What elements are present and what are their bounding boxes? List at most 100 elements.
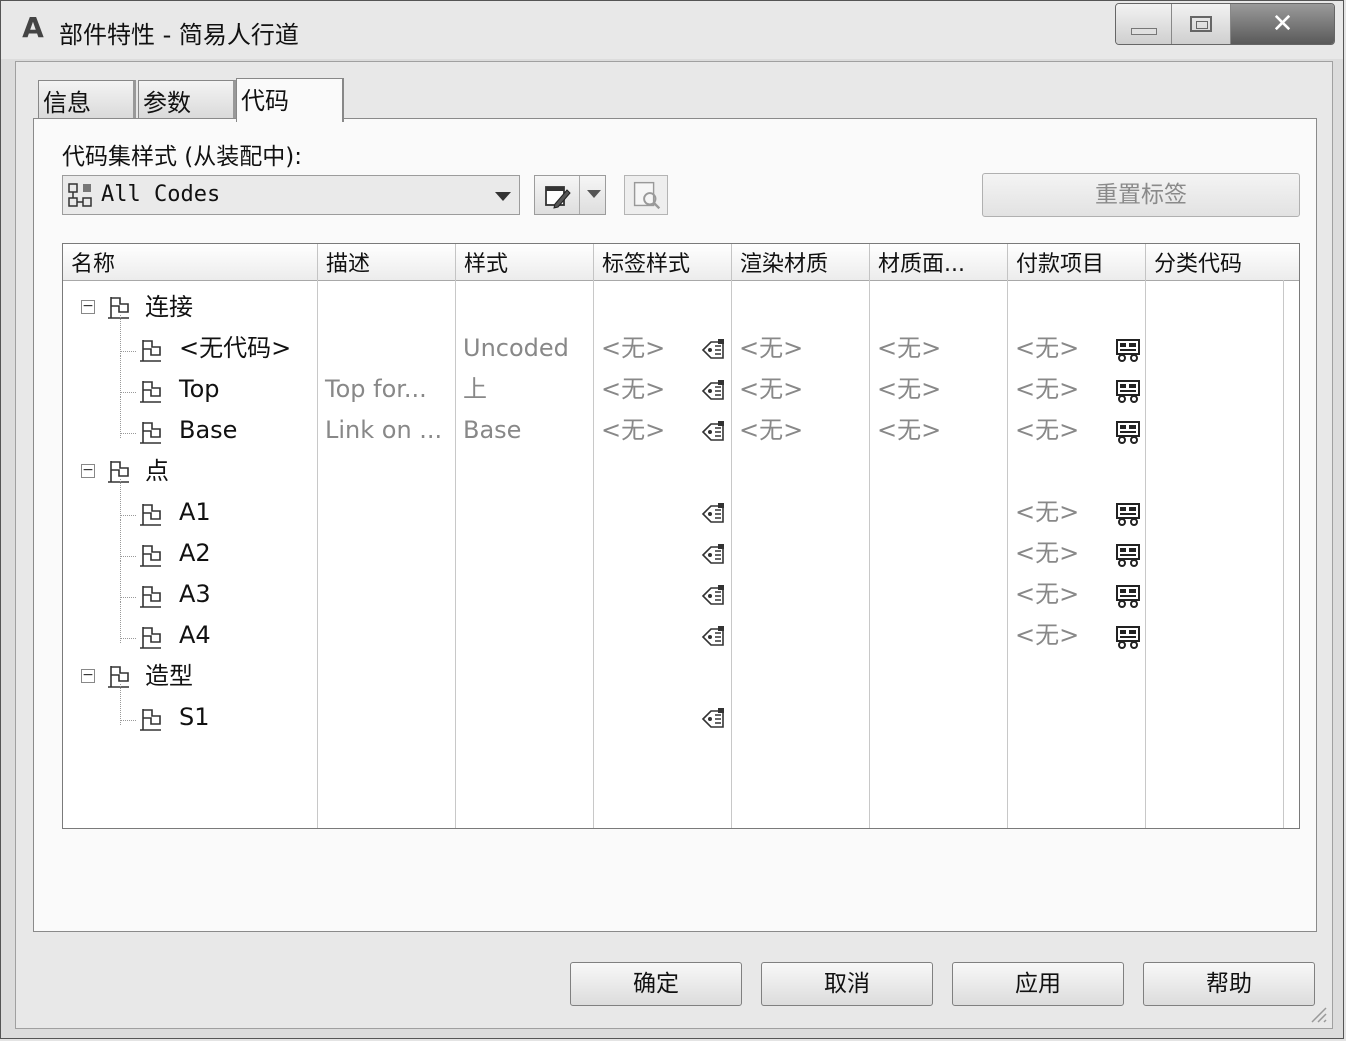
pay-item-cell[interactable]: <无> (1015, 579, 1079, 609)
tree-connector (120, 720, 136, 721)
tab-parameters-label: 参数 (143, 89, 191, 117)
label-tag-icon[interactable] (701, 337, 727, 363)
pay-item-icon[interactable] (1115, 378, 1141, 404)
material-area-cell[interactable]: <无> (877, 333, 941, 363)
reset-labels-button[interactable]: 重置标签 (982, 173, 1300, 217)
pay-item-cell[interactable]: <无> (1015, 415, 1079, 445)
code-set-style-dropdown[interactable]: All Codes (62, 175, 520, 215)
label-tag-icon[interactable] (701, 501, 727, 527)
render-material-cell[interactable]: <无> (739, 333, 803, 363)
codes-grid: 名称 描述 样式 标签样式 渲染材质 材质面... 付款项目 分类代码 − 连接 (62, 243, 1300, 829)
material-area-cell[interactable]: <无> (877, 374, 941, 404)
tree-item-row[interactable] (63, 698, 1299, 739)
style-cell[interactable]: Uncoded (463, 333, 569, 363)
tree-connector (120, 315, 121, 356)
tree-group-label: 点 (145, 457, 169, 485)
tree-item-label: A4 (179, 621, 211, 649)
code-flag-icon (140, 381, 161, 403)
tab-info[interactable]: 信息 (38, 80, 136, 118)
pay-item-cell[interactable]: <无> (1015, 538, 1079, 568)
tree-connector (120, 597, 136, 598)
material-area-cell[interactable]: <无> (877, 415, 941, 445)
label-tag-icon[interactable] (701, 542, 727, 568)
pay-item-icon[interactable] (1115, 583, 1141, 609)
edit-code-set-button[interactable] (534, 175, 606, 215)
maximize-button[interactable] (1172, 4, 1231, 44)
column-header-classification-code[interactable]: 分类代码 (1146, 244, 1299, 280)
tree-group-row[interactable] (63, 288, 1299, 329)
code-flag-icon (140, 586, 161, 608)
code-flag-icon (140, 422, 161, 444)
label-tag-icon[interactable] (701, 419, 727, 445)
column-header-description[interactable]: 描述 (318, 244, 456, 280)
collapse-toggle-icon[interactable]: − (81, 463, 95, 478)
dialog-client-area: 信息 参数 代码 代码集样式 (从装配中): All Codes 重置标签 名称… (15, 61, 1333, 1029)
column-header-material-area[interactable]: 材质面... (870, 244, 1008, 280)
pay-item-icon[interactable] (1115, 501, 1141, 527)
code-set-style-label: 代码集样式 (从装配中): (62, 144, 303, 170)
apply-button[interactable]: 应用 (952, 962, 1124, 1006)
tree-connector (120, 602, 121, 643)
pay-item-icon[interactable] (1115, 419, 1141, 445)
label-style-cell[interactable]: <无> (601, 333, 665, 363)
column-header-label-style[interactable]: 标签样式 (594, 244, 732, 280)
resize-grip-icon[interactable] (1306, 1002, 1328, 1024)
code-flag-icon (140, 340, 161, 362)
tree-group-label: 连接 (145, 293, 193, 321)
dropdown-arrow-icon[interactable] (587, 190, 601, 198)
tree-connector (120, 684, 121, 725)
pay-item-cell[interactable]: <无> (1015, 497, 1079, 527)
pay-item-icon[interactable] (1115, 337, 1141, 363)
column-header-name[interactable]: 名称 (63, 244, 318, 280)
tree-item-row[interactable] (63, 616, 1299, 657)
label-tag-icon[interactable] (701, 378, 727, 404)
chevron-down-icon (495, 192, 511, 201)
tab-codes-label: 代码 (241, 87, 289, 115)
tree-item-row[interactable] (63, 575, 1299, 616)
label-tag-icon[interactable] (701, 583, 727, 609)
maximize-icon (1190, 16, 1213, 32)
ok-button[interactable]: 确定 (570, 962, 742, 1006)
tree-item-row[interactable] (63, 411, 1299, 452)
help-button[interactable]: 帮助 (1143, 962, 1315, 1006)
collapse-toggle-icon[interactable]: − (81, 668, 95, 683)
collapse-toggle-icon[interactable]: − (81, 299, 95, 314)
label-style-cell[interactable]: <无> (601, 415, 665, 445)
tree-item-row[interactable] (63, 370, 1299, 411)
style-cell[interactable]: 上 (463, 374, 487, 404)
codes-tab-panel: 代码集样式 (从装配中): All Codes 重置标签 名称 描述 样式 标签… (33, 118, 1317, 932)
style-cell[interactable]: Base (463, 415, 521, 445)
code-set-selected-value: All Codes (101, 182, 221, 207)
pay-item-cell[interactable]: <无> (1015, 620, 1079, 650)
pay-item-cell[interactable]: <无> (1015, 333, 1079, 363)
close-icon: ✕ (1271, 9, 1294, 39)
pay-item-icon[interactable] (1115, 624, 1141, 650)
title-bar[interactable]: A 部件特性 - 简易人行道 ✕ (1, 1, 1343, 59)
tree-connector (120, 433, 136, 434)
tree-item-row[interactable] (63, 534, 1299, 575)
tree-connector (120, 479, 121, 520)
cancel-button[interactable]: 取消 (761, 962, 933, 1006)
code-flag-icon (140, 627, 161, 649)
label-style-cell[interactable]: <无> (601, 374, 665, 404)
column-header-pay-item[interactable]: 付款项目 (1008, 244, 1146, 280)
pay-item-icon[interactable] (1115, 542, 1141, 568)
render-material-cell[interactable]: <无> (739, 374, 803, 404)
column-header-style[interactable]: 样式 (456, 244, 594, 280)
tab-codes[interactable]: 代码 (236, 78, 344, 122)
render-material-cell[interactable]: <无> (739, 415, 803, 445)
autocad-app-icon[interactable]: A (19, 13, 47, 47)
tree-item-row[interactable] (63, 493, 1299, 534)
close-button[interactable]: ✕ (1230, 4, 1334, 44)
label-tag-icon[interactable] (701, 624, 727, 650)
pay-item-cell[interactable]: <无> (1015, 374, 1079, 404)
tab-parameters[interactable]: 参数 (138, 80, 236, 118)
tree-group-row[interactable] (63, 657, 1299, 698)
minimize-button[interactable] (1116, 4, 1173, 44)
tree-group-row[interactable] (63, 452, 1299, 493)
column-header-render-material[interactable]: 渲染材质 (732, 244, 870, 280)
tree-item-label: A1 (179, 498, 211, 526)
preview-code-set-button[interactable] (624, 175, 668, 215)
label-tag-icon[interactable] (701, 706, 727, 732)
tree-group-label: 造型 (145, 662, 193, 690)
